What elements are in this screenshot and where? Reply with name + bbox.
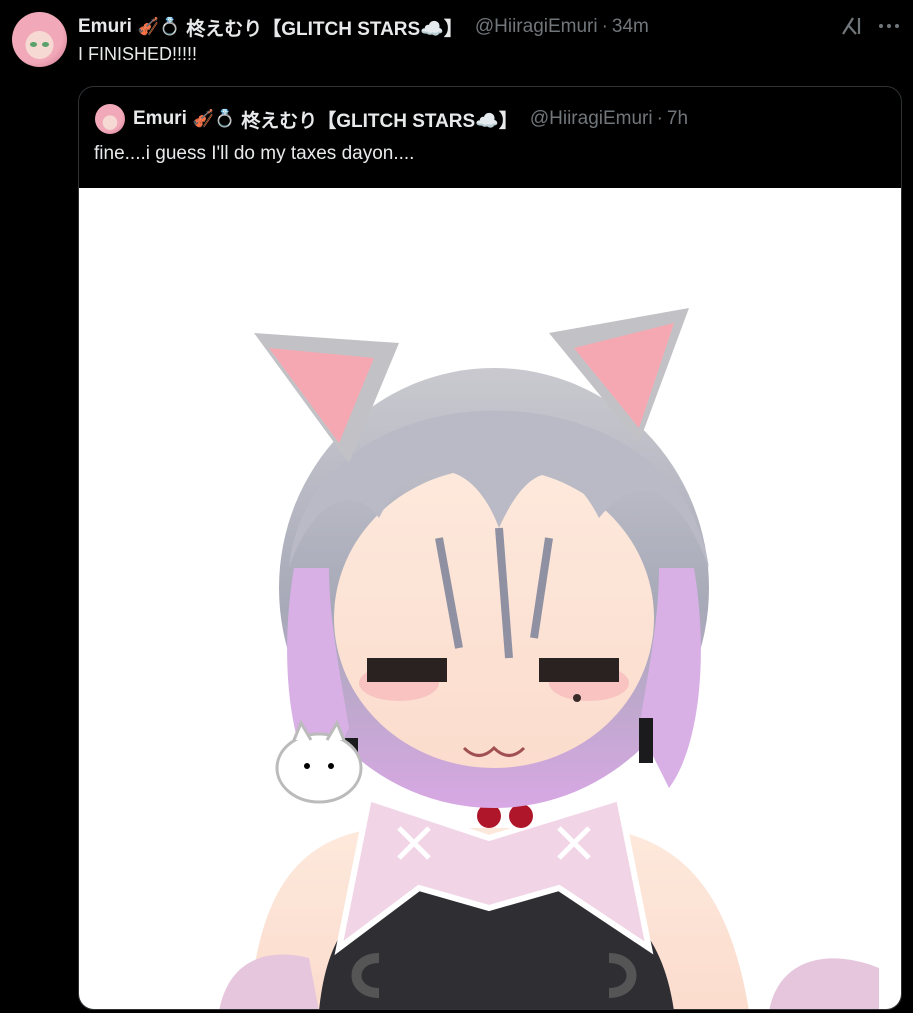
quoted-tweet-text: fine....i guess I'll do my taxes dayon..… — [94, 143, 415, 164]
quoted-post-time[interactable]: 7h — [667, 108, 688, 130]
grok-icon[interactable] — [840, 14, 864, 38]
author-avatar[interactable] — [12, 12, 67, 67]
author-handle[interactable]: @HiiragiEmuri — [475, 16, 598, 38]
author-name[interactable]: Emuri — [78, 16, 132, 38]
quoted-author-avatar[interactable] — [95, 104, 125, 134]
quoted-separator: · — [656, 108, 663, 129]
author-emoji: 🎻💍 — [137, 17, 181, 36]
quoted-tweet[interactable]: Emuri 🎻💍 柊えむり【GLITCH STARS☁️】 @HiiragiEm… — [78, 86, 902, 1010]
quoted-author-emoji: 🎻💍 — [192, 109, 236, 128]
quoted-author-handle[interactable]: @HiiragiEmuri — [530, 108, 653, 130]
quoted-author-display-suffix[interactable]: 柊えむり【GLITCH STARS☁️】 — [241, 106, 518, 133]
quoted-author-name[interactable]: Emuri — [133, 108, 187, 130]
more-horizontal-icon[interactable] — [876, 14, 902, 38]
separator: · — [601, 16, 608, 37]
quoted-tweet-header: Emuri 🎻💍 柊えむり【GLITCH STARS☁️】 @HiiragiEm… — [133, 105, 688, 133]
author-display-suffix[interactable]: 柊えむり【GLITCH STARS☁️】 — [186, 14, 463, 41]
post-time[interactable]: 34m — [612, 16, 649, 38]
quoted-tweet-image[interactable] — [79, 188, 901, 1009]
tweet-header: Emuri 🎻💍 柊えむり【GLITCH STARS☁️】 @HiiragiEm… — [78, 14, 649, 40]
tweet[interactable]: Emuri 🎻💍 柊えむり【GLITCH STARS☁️】 @HiiragiEm… — [0, 0, 913, 1013]
tweet-text: I FINISHED!!!!! — [78, 44, 198, 64]
